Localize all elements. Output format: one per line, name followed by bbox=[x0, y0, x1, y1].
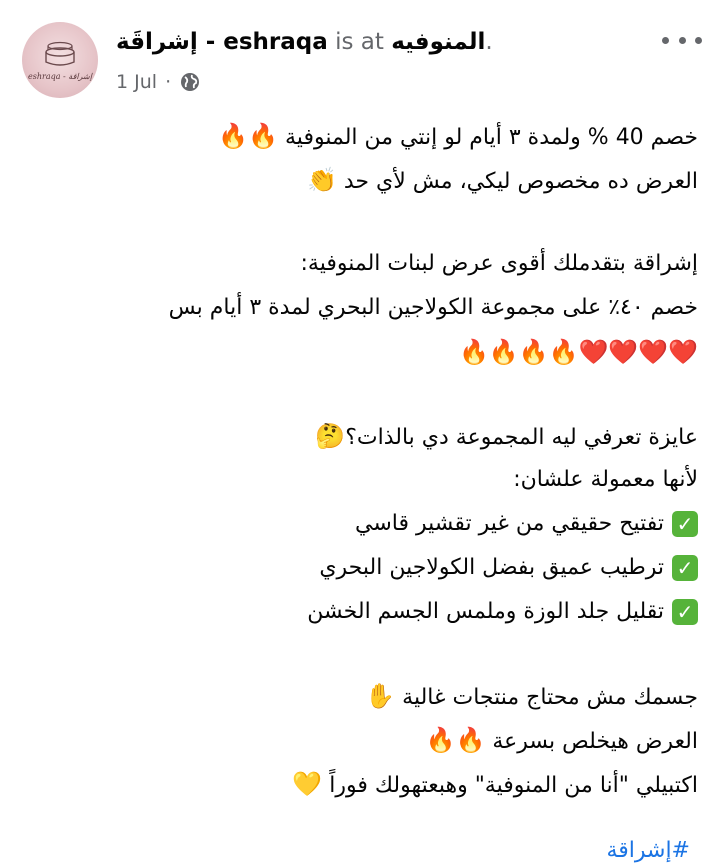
post-line-12: العرض هيخلص بسرعة 🔥🔥 bbox=[425, 726, 698, 754]
hashtag-link[interactable]: #إشراقة bbox=[606, 838, 690, 863]
avatar-logo-text: eshraqa - إشراقة bbox=[28, 72, 92, 81]
raised-hand-emoji-icon: ✋ bbox=[365, 682, 396, 710]
post-line-13: اكتبيلي "أنا من المنوفية" وهبعتهولك فورا… bbox=[292, 770, 698, 798]
period-text: . bbox=[485, 29, 493, 55]
fire-emoji-icon: 🔥🔥 bbox=[218, 122, 279, 150]
post-header: eshraqa - إشراقة إشراقَة - eshraqa is at… bbox=[0, 0, 720, 110]
jar-logo-icon bbox=[45, 41, 75, 66]
hearts-and-fire-emoji-icon: ❤️❤️❤️❤️🔥🔥🔥🔥 bbox=[458, 338, 698, 366]
post-line-2: العرض ده مخصوص ليكي، مش لأي حد 👏 bbox=[306, 166, 698, 194]
post-line-8: ✓تفتيح حقيقي من غير تقشير قاسي bbox=[18, 502, 698, 546]
post-line-7: لأنها معمولة علشان: bbox=[513, 467, 698, 492]
is-at-text: is at bbox=[327, 29, 392, 55]
page-name-link[interactable]: إشراقَة - eshraqa bbox=[116, 29, 328, 55]
post-body: خصم 40 % ولمدة ٣ أيام لو إنتي من المنوفي… bbox=[18, 114, 698, 806]
check-mark-icon: ✓ bbox=[672, 555, 698, 581]
fire-emoji-icon: 🔥🔥 bbox=[425, 726, 486, 754]
post-meta: 1 Jul · bbox=[116, 68, 201, 96]
page-avatar[interactable]: eshraqa - إشراقة bbox=[22, 22, 98, 98]
more-options-icon[interactable] bbox=[660, 26, 704, 54]
check-mark-icon: ✓ bbox=[672, 599, 698, 625]
thinking-face-emoji-icon: 🤔 bbox=[315, 422, 346, 450]
post-title-line: إشراقَة - eshraqa is at المنوفيه. bbox=[116, 26, 493, 58]
place-link[interactable]: المنوفيه bbox=[391, 29, 485, 55]
yellow-heart-emoji-icon: 💛 bbox=[292, 770, 323, 798]
post-line-5: ❤️❤️❤️❤️🔥🔥🔥🔥 bbox=[18, 330, 698, 374]
post-line-3: إشراقة بتقدملك أقوى عرض لبنات المنوفية: bbox=[300, 251, 699, 276]
globe-icon[interactable] bbox=[179, 71, 201, 93]
post-date[interactable]: 1 Jul bbox=[116, 71, 157, 93]
clapping-hands-emoji-icon: 👏 bbox=[306, 166, 337, 194]
check-mark-icon: ✓ bbox=[672, 511, 698, 537]
post-line-9: ✓ترطيب عميق بفضل الكولاجين البحري bbox=[18, 546, 698, 590]
post-line-1: خصم 40 % ولمدة ٣ أيام لو إنتي من المنوفي… bbox=[218, 122, 698, 150]
post-line-6: عايزة تعرفي ليه المجموعة دي بالذات؟🤔 bbox=[315, 422, 698, 450]
meta-separator: · bbox=[165, 71, 172, 93]
post-line-4: خصم ٤٠٪ على مجموعة الكولاجين البحري لمدة… bbox=[168, 295, 698, 320]
post-line-10: ✓تقليل جلد الوزة وملمس الجسم الخشن bbox=[18, 590, 698, 634]
post-line-11: جسمك مش محتاج منتجات غالية ✋ bbox=[365, 682, 698, 710]
